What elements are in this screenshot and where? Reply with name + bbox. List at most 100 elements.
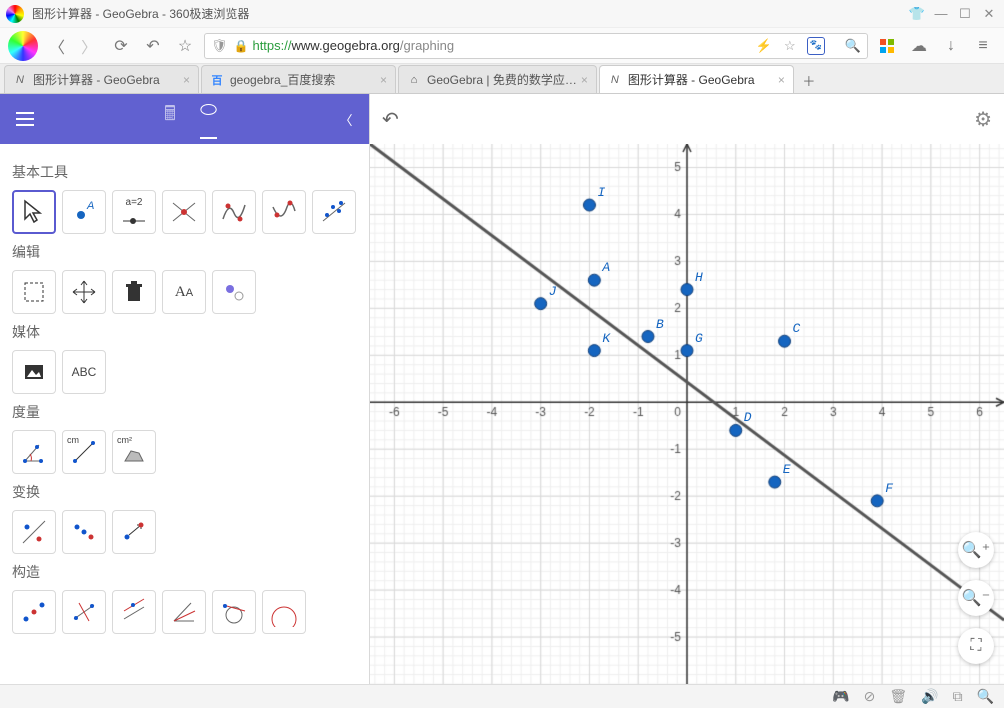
tool-roots[interactable] — [262, 190, 306, 234]
tool-anglebisector[interactable] — [162, 590, 206, 634]
tool-reflect-line[interactable] — [12, 510, 56, 554]
minimize-button[interactable]: — — [932, 5, 950, 23]
tool-style[interactable] — [212, 270, 256, 314]
paw-icon[interactable]: 🐾 — [807, 37, 825, 55]
tab-1[interactable]: 百geogebra_百度搜索× — [201, 65, 396, 93]
section-media: 媒体 — [12, 322, 357, 342]
tab-close-icon[interactable]: × — [581, 73, 588, 87]
tab-0[interactable]: N 图形计算器 - GeoGebra × — [4, 65, 199, 93]
tool-perpbisector[interactable] — [62, 590, 106, 634]
tools-scroll[interactable]: 基本工具 A a=2 编辑 AA 媒体 ABC — [0, 144, 369, 684]
tool-midpoint[interactable] — [12, 590, 56, 634]
search-icon[interactable]: 🔍 — [845, 38, 861, 54]
algebra-mode-icon[interactable]: 🖩 — [164, 99, 176, 139]
tool-area[interactable]: cm² — [112, 430, 156, 474]
tool-text[interactable]: ABC — [62, 350, 106, 394]
tool-angle[interactable] — [12, 430, 56, 474]
back-button[interactable]: 〈 — [44, 33, 70, 59]
tool-fit[interactable] — [312, 190, 356, 234]
zoom-controls: 🔍⁺ 🔍⁻ ⛶ — [958, 532, 994, 664]
address-field[interactable]: 🛡 🔒 https://www.geogebra.org/graphing ⚡ … — [204, 33, 868, 59]
tab-3[interactable]: N 图形计算器 - GeoGebra × — [599, 65, 794, 93]
tab-strip: N图形计算器 - GeoGebra×百geogebra_百度搜索×⌂GeoGeb… — [0, 64, 1004, 94]
tool-reflect-point[interactable] — [62, 510, 106, 554]
window-title: 图形计算器 - GeoGebra - 360极速浏览器 — [32, 5, 902, 22]
status-restore-icon[interactable]: ⧉ — [953, 688, 963, 705]
tab-close-icon[interactable]: × — [183, 73, 190, 87]
tool-distance[interactable]: cm — [62, 430, 106, 474]
new-tab-button[interactable]: ＋ — [796, 67, 822, 93]
reload-button[interactable]: ⟳ — [108, 33, 134, 59]
tool-tangent[interactable] — [212, 590, 256, 634]
tool-move[interactable] — [12, 190, 56, 234]
app-header: 🖩 ⬭ 〈 — [0, 94, 369, 144]
zoom-in-button[interactable]: 🔍⁺ — [958, 532, 994, 568]
star-button[interactable]: ☆ — [172, 33, 198, 59]
forward-button[interactable]: 〉 — [76, 33, 102, 59]
zoom-out-button[interactable]: 🔍⁻ — [958, 580, 994, 616]
tool-slider[interactable]: a=2 — [112, 190, 156, 234]
tool-locus[interactable] — [262, 590, 306, 634]
maximize-button[interactable]: ☐ — [956, 5, 974, 23]
fav-icon[interactable]: ☆ — [781, 37, 799, 55]
app-content: 🖩 ⬭ 〈 基本工具 A a=2 编辑 AA — [0, 94, 1004, 684]
tab-2[interactable]: ⌂GeoGebra | 免费的数学应…× — [398, 65, 597, 93]
tab-favicon: N — [608, 73, 622, 87]
status-trash-icon[interactable]: 🗑 — [889, 688, 907, 705]
tool-image[interactable] — [12, 350, 56, 394]
browser-toolbar: 〈 〉 ⟳ ↶ ☆ 🛡 🔒 https://www.geogebra.org/g… — [0, 28, 1004, 64]
tab-favicon: ⌂ — [407, 73, 421, 87]
fullscreen-button[interactable]: ⛶ — [958, 628, 994, 664]
url-host: www.geogebra.org — [292, 38, 400, 53]
svg-text:A: A — [86, 200, 94, 212]
apps-icon[interactable] — [874, 33, 900, 59]
close-button[interactable]: ✕ — [980, 5, 998, 23]
tab-label: 图形计算器 - GeoGebra — [33, 71, 179, 88]
collapse-button[interactable]: 〈 — [331, 104, 361, 134]
tab-label: 图形计算器 - GeoGebra — [628, 71, 774, 88]
status-block-icon[interactable]: ⊘ — [864, 688, 876, 705]
url-path: /graphing — [400, 38, 454, 53]
cloud-icon[interactable]: ☁ — [906, 33, 932, 59]
tool-parallel[interactable] — [112, 590, 156, 634]
tool-label[interactable]: AA — [162, 270, 206, 314]
tab-favicon: N — [13, 73, 27, 87]
undo-button[interactable]: ↶ — [382, 107, 399, 132]
hamburger-button[interactable] — [0, 118, 50, 120]
cm2-label: cm² — [117, 435, 132, 445]
graph-canvas-wrap[interactable]: 🔍⁺ 🔍⁻ ⛶ IAJHBKGCDEF — [370, 144, 1004, 684]
section-transform: 变换 — [12, 482, 357, 502]
tool-extremum[interactable] — [212, 190, 256, 234]
tool-delete[interactable] — [112, 270, 156, 314]
pin-icon[interactable]: 👕 — [908, 5, 926, 23]
status-zoom-icon[interactable]: 🔍 — [977, 688, 994, 705]
tool-translate[interactable] — [112, 510, 156, 554]
slider-label: a=2 — [126, 197, 143, 208]
tools-mode-icon[interactable]: ⬭ — [200, 99, 217, 139]
section-construct: 构造 — [12, 562, 357, 582]
tool-move-view[interactable] — [62, 270, 106, 314]
section-edit: 编辑 — [12, 242, 357, 262]
tab-label: geogebra_百度搜索 — [230, 71, 376, 88]
tab-close-icon[interactable]: × — [380, 73, 387, 87]
tab-close-icon[interactable]: × — [778, 73, 785, 87]
section-measure: 度量 — [12, 402, 357, 422]
status-gamepad-icon[interactable]: 🎮 — [832, 688, 849, 705]
lock-icon: 🔒 — [234, 39, 249, 53]
undo-nav-button[interactable]: ↶ — [140, 33, 166, 59]
settings-button[interactable]: ⚙ — [974, 107, 992, 132]
status-sound-icon[interactable]: 🔊 — [921, 688, 938, 705]
menu-icon[interactable]: ≡ — [970, 33, 996, 59]
graph-toolbar: ↶ ⚙ — [370, 94, 1004, 144]
status-bar: 🎮 ⊘ 🗑 🔊 ⧉ 🔍 — [0, 684, 1004, 708]
tool-point[interactable]: A — [62, 190, 106, 234]
tool-intersect[interactable] — [162, 190, 206, 234]
tool-select[interactable] — [12, 270, 56, 314]
download-icon[interactable]: ↓ — [938, 33, 964, 59]
window-titlebar: 图形计算器 - GeoGebra - 360极速浏览器 👕 — ☐ ✕ — [0, 0, 1004, 28]
flash-icon[interactable]: ⚡ — [755, 37, 773, 55]
window-favicon — [6, 5, 24, 23]
graph-panel: ↶ ⚙ 🔍⁺ 🔍⁻ ⛶ IAJHBKGCDEF — [370, 94, 1004, 684]
browser-logo-icon[interactable] — [8, 31, 38, 61]
graph-canvas[interactable] — [370, 144, 1004, 684]
